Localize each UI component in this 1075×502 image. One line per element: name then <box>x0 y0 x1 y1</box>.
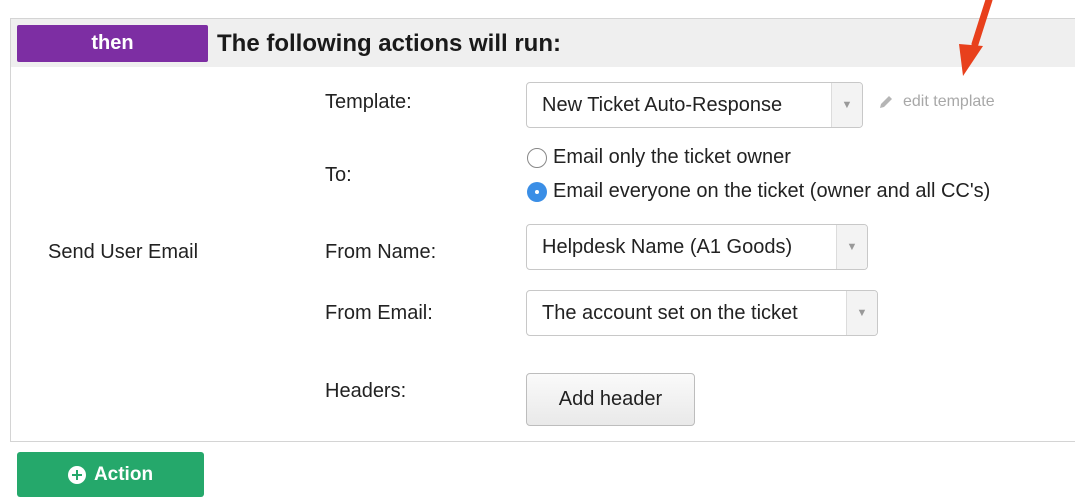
plus-circle-icon <box>67 465 86 484</box>
pencil-icon <box>880 96 892 108</box>
from-name-select-value: Helpdesk Name (A1 Goods) <box>542 235 793 258</box>
add-header-button[interactable]: Add header <box>526 373 695 426</box>
radio-option-owner[interactable]: Email only the ticket owner <box>527 146 791 169</box>
chevron-down-icon: ▼ <box>846 291 877 335</box>
template-select[interactable]: New Ticket Auto-Response ▼ <box>526 82 863 128</box>
section-title: The following actions will run: <box>217 30 561 57</box>
from-name-label: From Name: <box>325 241 437 263</box>
radio-owner[interactable] <box>527 147 547 168</box>
from-email-select-value: The account set on the ticket <box>542 301 798 324</box>
radio-owner-label: Email only the ticket owner <box>553 146 791 168</box>
red-arrow-icon <box>959 0 993 76</box>
actions-header: then The following actions will run: <box>10 18 1075 68</box>
add-action-label: Action <box>93 463 154 485</box>
from-name-select[interactable]: Helpdesk Name (A1 Goods) ▼ <box>526 224 868 270</box>
page: then The following actions will run: Sen… <box>0 0 1075 502</box>
to-label: To: <box>325 164 352 186</box>
chevron-down-icon: ▼ <box>836 225 867 269</box>
headers-label: Headers: <box>325 380 407 402</box>
radio-everyone[interactable] <box>527 181 547 202</box>
from-email-select[interactable]: The account set on the ticket ▼ <box>526 290 878 336</box>
radio-everyone-label: Email everyone on the ticket (owner and … <box>553 180 991 202</box>
edit-template-text: edit template <box>903 93 995 110</box>
action-type-label: Send User Email <box>48 241 199 263</box>
then-badge: then <box>17 25 208 62</box>
template-label: Template: <box>325 91 412 113</box>
edit-template-link[interactable]: edit template <box>878 93 995 111</box>
template-select-value: New Ticket Auto-Response <box>542 93 783 116</box>
chevron-down-icon: ▼ <box>831 83 862 127</box>
from-email-label: From Email: <box>325 302 433 324</box>
radio-option-everyone[interactable]: Email everyone on the ticket (owner and … <box>527 180 990 203</box>
add-action-button[interactable]: Action <box>17 452 204 497</box>
